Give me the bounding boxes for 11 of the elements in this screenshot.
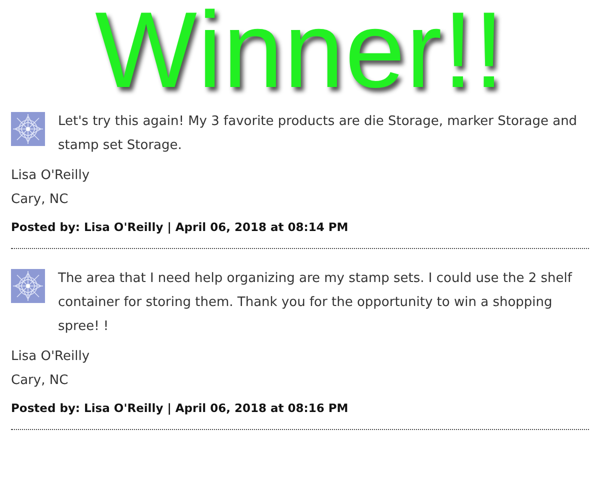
commenter-location: Cary, NC xyxy=(11,191,70,209)
commenter-location: Cary, NC xyxy=(11,372,70,390)
posted-by-line: Posted by: Lisa O'Reilly | April 06, 2018 at 08:14 PM xyxy=(11,220,350,234)
comment-text: Let's try this again! My 3 favorite products are die Storage, marker Storage and stamp set Storage. xyxy=(58,113,578,155)
winner-title: Winner!! xyxy=(94,0,506,100)
posted-by-line: Posted by: Lisa O'Reilly | April 06, 2018 at 08:16 PM xyxy=(11,401,350,415)
commenter-name: Lisa O'Reilly xyxy=(11,348,91,366)
avatar-icon xyxy=(11,269,45,303)
avatar-icon xyxy=(11,112,45,146)
comment-text: The area that I need help organizing are my stamp sets. I could use the 2 shelf container for storing them. Thank you for the opportunity to win a shopping spree! ! xyxy=(58,270,574,336)
commenter-name: Lisa O'Reilly xyxy=(11,167,91,185)
